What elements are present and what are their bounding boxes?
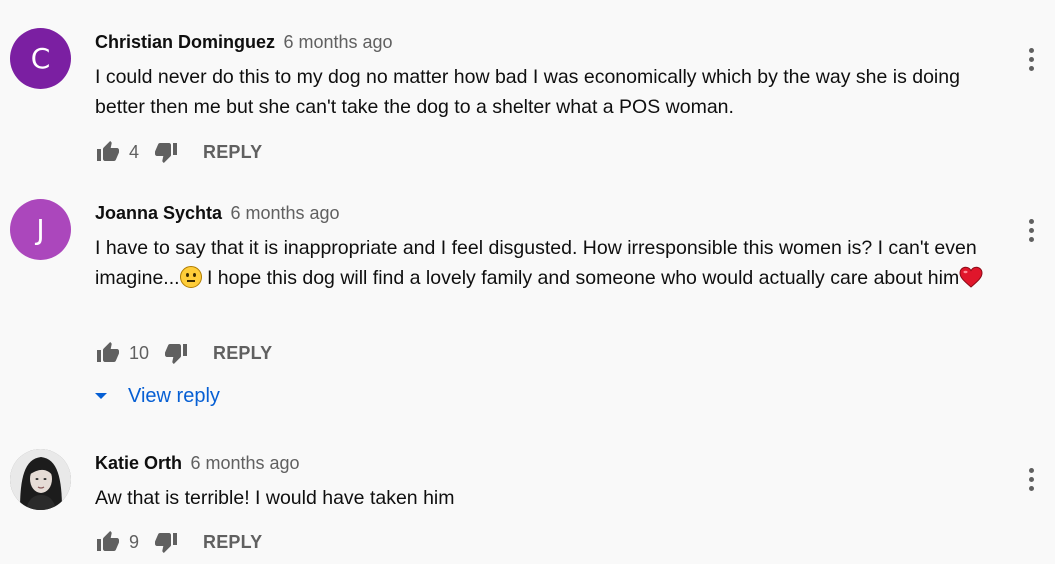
like-count: 9	[129, 531, 140, 552]
more-vert-icon	[1028, 467, 1034, 473]
comment-actions: 10 REPLY	[95, 338, 272, 368]
comment-timestamp[interactable]: 6 months ago	[231, 203, 340, 223]
comment-timestamp[interactable]: 6 months ago	[283, 32, 392, 52]
dislike-button[interactable]	[153, 529, 179, 555]
thumb-up-icon	[97, 342, 119, 362]
comment-body: Katie Orth 6 months ago Aw that is terri…	[95, 451, 1015, 513]
dislike-button[interactable]	[163, 340, 189, 366]
comment-text: Aw that is terrible! I would have taken …	[95, 487, 455, 509]
red-heart-emoji	[959, 266, 983, 288]
comment-thread: Katie Orth 6 months ago Aw that is terri…	[0, 449, 1055, 564]
reply-button[interactable]: REPLY	[203, 532, 262, 553]
reply-button[interactable]: REPLY	[203, 142, 262, 163]
reply-button[interactable]: REPLY	[213, 343, 272, 364]
comment-thread: C Christian Dominguez 6 months ago I cou…	[0, 28, 1055, 178]
profile-photo	[10, 449, 71, 510]
comment-header: Katie Orth 6 months ago	[95, 451, 1015, 475]
thumb-down-icon	[165, 344, 188, 364]
more-vert-icon	[1028, 218, 1034, 224]
comment-actions: 9 REPLY	[95, 527, 262, 557]
comment-menu-button[interactable]	[1019, 464, 1043, 494]
like-count: 10	[129, 342, 150, 363]
thumb-down-icon	[155, 533, 178, 553]
avatar[interactable]: J	[10, 199, 71, 260]
comment-text-part: I hope this dog will find a lovely famil…	[201, 267, 960, 289]
comment-body: Christian Dominguez 6 months ago I could…	[95, 30, 1015, 122]
comment-header: Christian Dominguez 6 months ago	[95, 30, 1015, 54]
like-button[interactable]	[95, 340, 121, 366]
thumb-up-icon	[97, 141, 119, 161]
comment-header: Joanna Sychta 6 months ago	[95, 201, 1015, 225]
avatar-letter: C	[30, 42, 51, 75]
comment-body: Joanna Sychta 6 months ago I have to say…	[95, 201, 1015, 293]
author-name[interactable]: Katie Orth	[95, 453, 182, 473]
author-name[interactable]: Joanna Sychta	[95, 203, 222, 223]
thumb-down-icon	[155, 143, 178, 163]
avatar[interactable]	[10, 449, 71, 510]
author-name[interactable]: Christian Dominguez	[95, 32, 275, 52]
dislike-button[interactable]	[153, 139, 179, 165]
avatar-letter: J	[36, 213, 45, 246]
like-button[interactable]	[95, 139, 121, 165]
view-reply-label: View reply	[128, 384, 220, 407]
view-reply-button[interactable]: View reply	[95, 382, 220, 410]
more-vert-icon	[1028, 47, 1034, 53]
thumb-up-icon	[97, 531, 119, 551]
neutral-face-emoji	[179, 266, 202, 288]
comment-timestamp[interactable]: 6 months ago	[190, 453, 299, 473]
like-count: 4	[129, 141, 140, 162]
comment-actions: 4 REPLY	[95, 137, 262, 167]
avatar[interactable]: C	[10, 28, 71, 89]
comment-menu-button[interactable]	[1019, 215, 1043, 245]
comment-menu-button[interactable]	[1019, 44, 1043, 74]
comment-text: I could never do this to my dog no matte…	[95, 66, 966, 118]
chevron-down-icon	[95, 393, 107, 399]
like-button[interactable]	[95, 529, 121, 555]
comments-section: C Christian Dominguez 6 months ago I cou…	[0, 0, 1055, 564]
comment-text: I have to say that it is inappropriate a…	[95, 233, 1015, 293]
